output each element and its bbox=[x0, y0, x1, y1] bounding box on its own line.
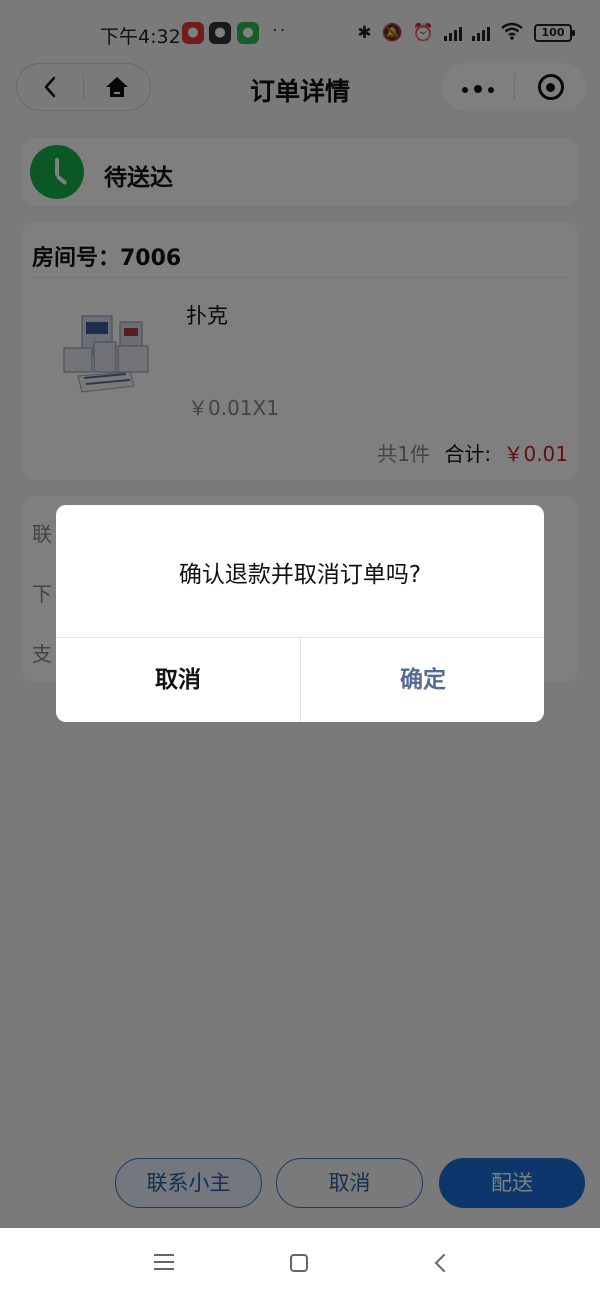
menu-line bbox=[154, 1268, 174, 1270]
system-nav-bar bbox=[0, 1228, 600, 1300]
menu-line bbox=[154, 1254, 174, 1256]
confirm-dialog: 确认退款并取消订单吗? 取消 确定 bbox=[56, 505, 544, 722]
recent-apps-button[interactable] bbox=[154, 1254, 174, 1272]
dialog-cancel-button[interactable]: 取消 bbox=[56, 638, 300, 722]
system-home-button[interactable] bbox=[290, 1254, 308, 1272]
menu-line bbox=[154, 1261, 174, 1263]
dialog-confirm-button[interactable]: 确定 bbox=[301, 638, 544, 722]
dialog-message: 确认退款并取消订单吗? bbox=[178, 562, 422, 588]
system-back-button[interactable] bbox=[430, 1252, 452, 1274]
